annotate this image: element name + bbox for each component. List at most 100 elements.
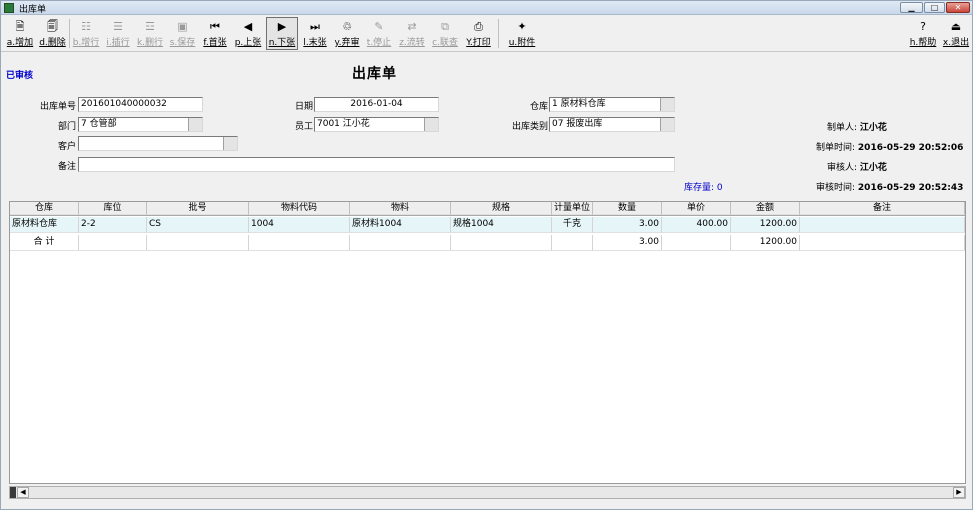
maker-label: 制单人: [827, 123, 858, 133]
remark-field[interactable] [78, 157, 675, 172]
help-button-label: h.帮助 [909, 38, 937, 48]
first-button-label: f.首张 [203, 38, 227, 48]
col-header-material[interactable]: 物料 [350, 202, 451, 215]
date-label: 日期 [294, 102, 313, 112]
transfer-button[interactable]: ⇄ z.流转 [396, 17, 428, 50]
delete-button[interactable]: 🗐 d.删除 [37, 17, 68, 50]
customer-dropdown-button[interactable] [223, 137, 237, 150]
date-field[interactable]: 2016-01-04 [314, 97, 439, 112]
add-line-icon: ☷ [81, 20, 91, 33]
col-header-unit[interactable]: 计量单位 [552, 202, 593, 215]
delete-line-button[interactable]: ☲ k.删行 [135, 17, 165, 50]
col-header-location[interactable]: 库位 [79, 202, 147, 215]
print-button[interactable]: ⎙ Y.打印 [462, 17, 495, 50]
horizontal-scrollbar[interactable]: ◀ ▶ [9, 486, 966, 499]
total-label: 合 计 [10, 235, 79, 251]
total-empty-cell [451, 235, 552, 251]
print-button-label: Y.打印 [466, 38, 491, 48]
make-time-label: 制单时间: [816, 143, 856, 153]
col-header-amount[interactable]: 金额 [731, 202, 800, 215]
out-type-value: 07 报废出库 [552, 119, 603, 129]
total-empty-cell [147, 235, 249, 251]
prev-button[interactable]: ◀ p.上张 [232, 17, 264, 50]
insert-line-icon: ☰ [113, 20, 123, 33]
dept-select[interactable]: 7 仓管部 [78, 117, 203, 132]
col-header-remark[interactable]: 备注 [800, 202, 965, 215]
first-record-icon: ⏮ [210, 20, 220, 33]
col-header-warehouse[interactable]: 仓库 [10, 202, 79, 215]
total-amount: 1200.00 [731, 235, 800, 251]
transfer-icon: ⇄ [407, 20, 417, 33]
make-time-value: 2016-05-29 20:52:06 [857, 143, 964, 153]
delete-line-icon: ☲ [145, 20, 155, 33]
cell-location[interactable]: 2-2 [79, 217, 147, 233]
doc-no-field[interactable]: 201601040000032 [78, 97, 203, 112]
attachment-button[interactable]: ✦ u.附件 [506, 17, 538, 50]
table-row[interactable]: 原材料仓库 2-2 CS 1004 原材料1004 规格1004 千克 3.00… [10, 217, 965, 233]
col-header-spec[interactable]: 规格 [451, 202, 552, 215]
help-icon: ? [920, 20, 926, 33]
dept-dropdown-button[interactable] [188, 118, 202, 131]
detail-grid: 仓库 库位 批号 物料代码 物料 规格 计量单位 数量 单价 金额 备注 原材料… [9, 201, 966, 484]
total-row: 合 计 3.00 1200.00 [10, 235, 965, 251]
attachment-icon: ✦ [517, 20, 527, 33]
save-button[interactable]: ▣ s.保存 [167, 17, 198, 50]
maximize-button[interactable]: □ [924, 2, 945, 13]
unapprove-button[interactable]: ♲ y.弃审 [332, 17, 362, 50]
stop-button[interactable]: ✎ t.停止 [364, 17, 394, 50]
out-type-select[interactable]: 07 报废出库 [549, 117, 675, 132]
add-button-label: a.增加 [6, 38, 34, 48]
out-type-dropdown-button[interactable] [660, 118, 674, 131]
insert-line-button[interactable]: ☰ i.插行 [103, 17, 133, 50]
cell-material[interactable]: 原材料1004 [350, 217, 451, 233]
staff-select[interactable]: 7001 江小花 [314, 117, 439, 132]
window-title: 出库单 [19, 5, 47, 15]
auditor-info: 审核人: 江小花 [827, 160, 887, 173]
first-button[interactable]: ⏮ f.首张 [200, 17, 230, 50]
exit-button[interactable]: ⏏ x.退出 [941, 17, 971, 50]
add-line-button[interactable]: ☷ b.增行 [71, 17, 101, 50]
total-empty-cell [79, 235, 147, 251]
col-header-material-code[interactable]: 物料代码 [249, 202, 350, 215]
exit-icon: ⏏ [950, 20, 962, 33]
col-header-batch[interactable]: 批号 [147, 202, 249, 215]
add-button[interactable]: 🗎 a.增加 [4, 17, 36, 50]
cell-warehouse[interactable]: 原材料仓库 [10, 217, 79, 233]
add-doc-icon: 🗎 [15, 20, 25, 33]
cell-spec[interactable]: 规格1004 [451, 217, 552, 233]
warehouse-dropdown-button[interactable] [660, 98, 674, 111]
app-window: 出库单 ▁ □ ✕ 🗎 a.增加 🗐 d.删除 ☷ b.增行 ☰ i.插行 ☲ … [0, 0, 973, 510]
link-query-button-label: c.联查 [432, 38, 458, 48]
next-button-label: n.下张 [268, 38, 296, 48]
help-button[interactable]: ? h.帮助 [907, 17, 939, 50]
cell-qty[interactable]: 3.00 [593, 217, 662, 233]
cell-material-code[interactable]: 1004 [249, 217, 350, 233]
link-query-button[interactable]: ⧉ c.联查 [430, 17, 460, 50]
cell-price[interactable]: 400.00 [662, 217, 731, 233]
scroll-right-arrow-icon[interactable]: ▶ [953, 487, 965, 498]
customer-select[interactable] [78, 136, 238, 151]
cell-batch[interactable]: CS [147, 217, 249, 233]
scroll-left-arrow-icon[interactable]: ◀ [17, 487, 29, 498]
toolbar-separator [498, 19, 499, 48]
save-button-label: s.保存 [169, 38, 196, 48]
col-header-price[interactable]: 单价 [662, 202, 731, 215]
stock-label: 库存量: [684, 183, 715, 193]
close-button[interactable]: ✕ [946, 2, 970, 13]
cell-remark[interactable] [800, 217, 965, 233]
warehouse-value: 1 原材料仓库 [552, 99, 606, 109]
audit-time-value: 2016-05-29 20:52:43 [857, 183, 964, 193]
next-button[interactable]: ▶ n.下张 [266, 17, 298, 50]
staff-label: 员工 [294, 122, 313, 132]
staff-dropdown-button[interactable] [424, 118, 438, 131]
cell-amount[interactable]: 1200.00 [731, 217, 800, 233]
cell-unit[interactable]: 千克 [552, 217, 593, 233]
last-button[interactable]: ⏭ l.末张 [300, 17, 330, 50]
col-header-qty[interactable]: 数量 [593, 202, 662, 215]
pencil-icon: ✎ [374, 20, 384, 33]
scrollbar-thumb[interactable] [10, 487, 16, 498]
stock-value: 0 [716, 183, 723, 193]
warehouse-select[interactable]: 1 原材料仓库 [549, 97, 675, 112]
minimize-button[interactable]: ▁ [900, 2, 923, 13]
title-bar: 出库单 ▁ □ ✕ [1, 1, 972, 15]
